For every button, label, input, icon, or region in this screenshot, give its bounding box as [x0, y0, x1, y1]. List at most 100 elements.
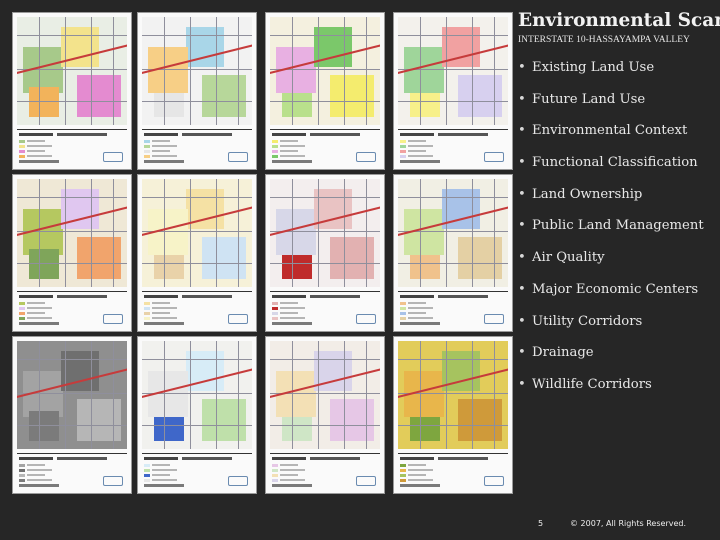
- map-image: [142, 17, 252, 125]
- map-zone: [330, 237, 374, 279]
- map-zone: [330, 75, 374, 117]
- legend-text-line: [152, 317, 177, 319]
- topic-item: • Public Land Management: [518, 216, 704, 248]
- map-road: [190, 341, 191, 449]
- map-road: [164, 341, 165, 449]
- legend-title-bar: [438, 133, 488, 136]
- topic-label: Future Land Use: [532, 91, 646, 107]
- legend-text-line: [280, 464, 298, 466]
- map-road: [142, 425, 252, 426]
- legend-swatch: [400, 155, 406, 158]
- map-road: [398, 35, 508, 36]
- map-image: [17, 17, 127, 125]
- agency-logo-icon: [356, 476, 376, 486]
- map-road: [270, 35, 380, 36]
- map-road: [91, 17, 92, 125]
- map-thumbnail-functional-classification: [137, 12, 257, 170]
- map-thumbnail-environmental-context-relief: [12, 336, 132, 494]
- legend-text-line: [27, 302, 45, 304]
- legend-footer-bar: [144, 322, 184, 325]
- map-road: [65, 17, 66, 125]
- map-zone: [458, 75, 502, 117]
- agency-logo-icon: [484, 152, 504, 162]
- legend-swatch: [144, 312, 150, 315]
- map-zone: [458, 399, 502, 441]
- map-legend: [270, 453, 380, 490]
- map-road: [142, 35, 252, 36]
- map-image: [270, 179, 380, 287]
- legend-text-line: [280, 155, 305, 157]
- legend-text-line: [280, 307, 305, 309]
- map-zone: [77, 399, 121, 441]
- legend-swatch: [272, 317, 278, 320]
- legend-swatch: [400, 474, 406, 477]
- topic-item: • Wildlife Corridors: [518, 375, 704, 407]
- legend-swatch: [272, 479, 278, 482]
- legend-footer-bar: [19, 322, 59, 325]
- legend-title-bar: [57, 295, 107, 298]
- bullet-icon: •: [518, 313, 526, 329]
- map-road: [216, 179, 217, 287]
- legend-swatch: [19, 474, 25, 477]
- map-road: [216, 341, 217, 449]
- agency-logo-icon: [484, 476, 504, 486]
- map-zone: [202, 237, 246, 279]
- legend-title-bar: [182, 133, 232, 136]
- legend-title-bar: [19, 295, 53, 298]
- legend-title-bar: [310, 457, 360, 460]
- map-road: [39, 179, 40, 287]
- map-road: [113, 17, 114, 125]
- legend-text-line: [280, 140, 298, 142]
- bullet-icon: •: [518, 345, 526, 361]
- map-road: [494, 179, 495, 287]
- map-legend: [270, 129, 380, 166]
- map-road: [17, 197, 127, 198]
- agency-logo-icon: [103, 152, 123, 162]
- map-road: [91, 341, 92, 449]
- legend-swatch: [144, 464, 150, 467]
- legend-swatch: [272, 464, 278, 467]
- agency-logo-icon: [228, 476, 248, 486]
- map-zone: [202, 75, 246, 117]
- legend-swatch: [19, 307, 25, 310]
- legend-text-line: [408, 464, 426, 466]
- legend-title-bar: [182, 457, 232, 460]
- map-thumbnail-utility-corridors: [393, 12, 513, 170]
- topic-item: • Land Ownership: [518, 185, 704, 217]
- topic-item: • Existing Land Use: [518, 58, 704, 90]
- legend-swatch: [144, 317, 150, 320]
- legend-text-line: [152, 307, 177, 309]
- map-road: [164, 17, 165, 125]
- legend-title-bar: [400, 133, 434, 136]
- map-road: [39, 17, 40, 125]
- legend-title-bar: [272, 457, 306, 460]
- map-road: [270, 359, 380, 360]
- topic-item: • Utility Corridors: [518, 312, 704, 344]
- legend-text-line: [408, 312, 426, 314]
- legend-swatch: [272, 140, 278, 143]
- map-road: [17, 263, 127, 264]
- legend-text-line: [152, 464, 170, 466]
- legend-footer-bar: [144, 160, 184, 163]
- topic-label: Major Economic Centers: [532, 281, 699, 297]
- legend-text-line: [408, 302, 426, 304]
- legend-text-line: [27, 464, 45, 466]
- legend-footer-bar: [272, 322, 312, 325]
- legend-swatch: [144, 469, 150, 472]
- map-road: [446, 179, 447, 287]
- map-road: [494, 341, 495, 449]
- map-road: [65, 179, 66, 287]
- map-legend: [142, 453, 252, 490]
- map-road: [472, 17, 473, 125]
- map-zone: [77, 237, 121, 279]
- map-image: [398, 341, 508, 449]
- map-road: [344, 17, 345, 125]
- map-road: [17, 101, 127, 102]
- map-road: [17, 35, 127, 36]
- map-road: [398, 263, 508, 264]
- agency-logo-icon: [228, 314, 248, 324]
- map-road: [238, 17, 239, 125]
- legend-text-line: [27, 140, 45, 142]
- map-road: [17, 359, 127, 360]
- legend-swatch: [400, 479, 406, 482]
